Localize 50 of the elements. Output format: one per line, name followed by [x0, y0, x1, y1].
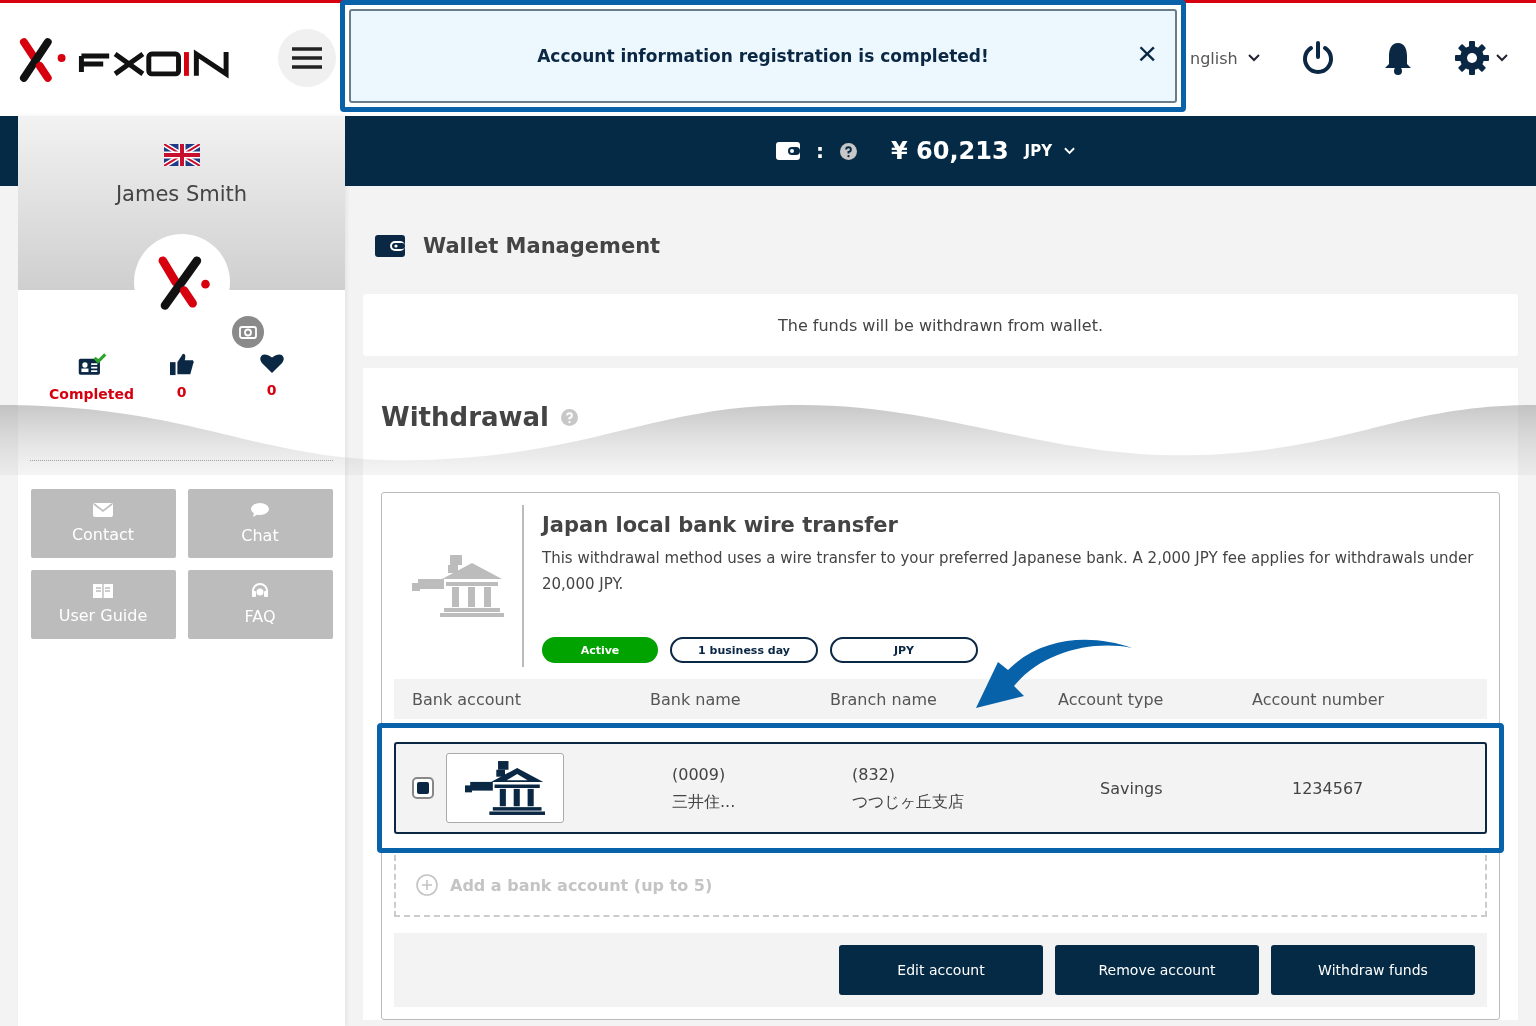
stat-value: 0: [176, 384, 187, 400]
method-title: Japan local bank wire transfer: [542, 513, 899, 537]
wallet-icon: [375, 235, 405, 257]
stat-value: Completed: [49, 386, 134, 402]
camera-badge[interactable]: [231, 316, 264, 348]
action-button[interactable]: Withdraw funds: [1271, 945, 1475, 995]
checkbox[interactable]: [412, 777, 434, 799]
column-header: Branch name: [829, 689, 938, 709]
table-cell-text: (832) つつじヶ丘支店: [852, 764, 965, 813]
separator: :: [815, 139, 824, 163]
tag: 1 business day: [670, 637, 818, 663]
bank-icon: [412, 555, 504, 617]
stat-value: 0: [266, 382, 277, 398]
language-selector[interactable]: nglish: [1190, 48, 1260, 68]
flag-icon: [163, 144, 200, 166]
notice-text: The funds will be withdrawn from wallet.: [778, 315, 1103, 335]
headset-icon: [250, 583, 270, 599]
help-icon[interactable]: [839, 142, 857, 160]
id-card-icon: [76, 352, 107, 378]
toast-message: Account information registration is completed!: [537, 46, 989, 66]
settings-icon[interactable]: [1453, 40, 1508, 76]
tag: JPY: [830, 637, 978, 663]
column-header: Account number: [1251, 689, 1385, 709]
book-icon: [93, 584, 113, 598]
menu-icon: [292, 46, 322, 70]
chat-bubble-icon: [250, 502, 270, 518]
method-description: This withdrawal method uses a wire transfer to your preferred Japanese bank. A 2,000 JPY fee applies for withdrawals under 20,000 JPY.: [542, 548, 1475, 595]
column-header: Bank account: [411, 689, 522, 709]
column-header: Bank name: [649, 689, 742, 709]
chevron-icon: [1064, 147, 1076, 155]
table-cell-text: Savings: [1100, 777, 1164, 800]
mail-icon: [93, 503, 113, 517]
page-title: Wallet Management: [423, 234, 661, 258]
wallet-icon: [775, 142, 800, 160]
tag: Active: [542, 637, 658, 663]
section-title: Withdrawal: [381, 402, 549, 432]
heart-icon: [258, 352, 285, 374]
bank-account-row[interactable]: (0009) 三井住... (832) つつじヶ丘支店 Savings 1234567: [394, 742, 1487, 834]
thumbs-up-icon: [168, 352, 195, 376]
action-button[interactable]: Edit account: [839, 945, 1043, 995]
action-button[interactable]: Remove account: [1055, 945, 1259, 995]
table-cell-text: 1234567: [1292, 777, 1364, 800]
currency-selector[interactable]: JPY: [1024, 142, 1076, 160]
balance-amount: ¥ 60,213: [890, 137, 1009, 165]
table-cell-text: (0009) 三井住...: [672, 764, 737, 813]
user-name: James Smith: [115, 182, 248, 206]
close-button[interactable]: ×: [1137, 35, 1157, 71]
plus-icon: [416, 874, 438, 896]
column-header: Account type: [1057, 689, 1165, 709]
chevron-icon: [1247, 54, 1260, 62]
